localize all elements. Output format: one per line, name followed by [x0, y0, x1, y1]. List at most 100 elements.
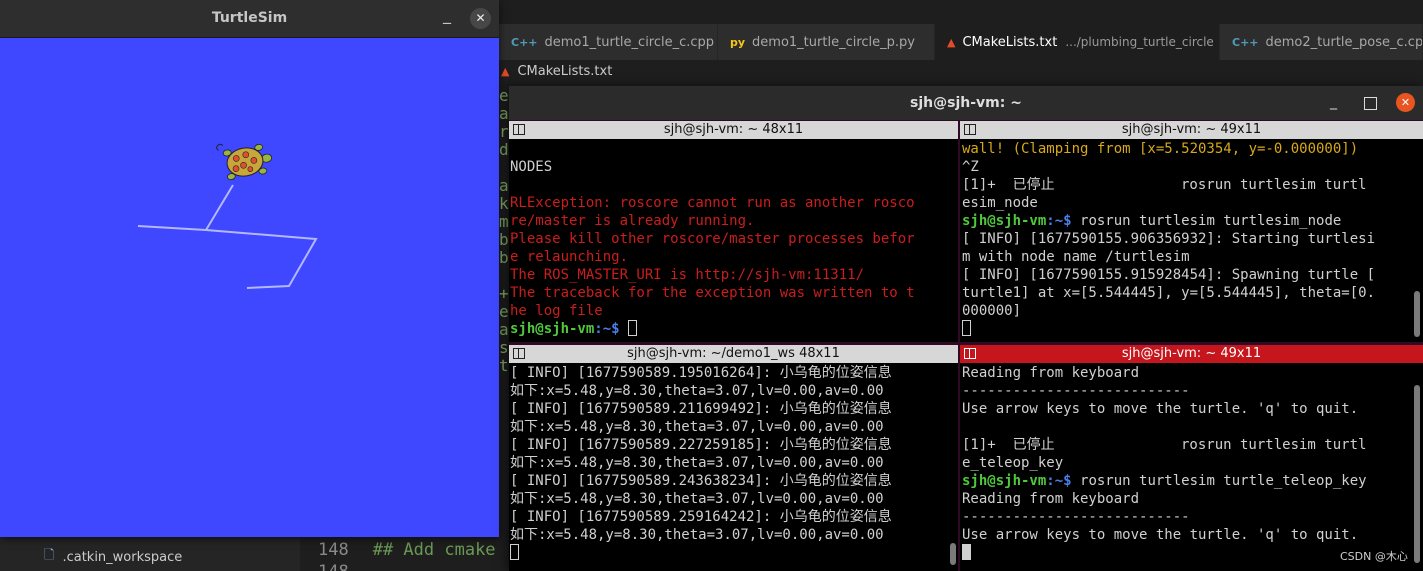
prompt-line: sjh@sjh-vm:~$ rosrun turtlesim turtlesim… — [962, 212, 1375, 230]
scrollbar[interactable] — [950, 543, 956, 565]
grid-icon[interactable] — [964, 124, 976, 135]
terminal-line: 如下:x=5.48,y=8.30,theta=3.07,lv=0.00,av=0… — [510, 419, 884, 435]
terminal-line: NODES — [510, 159, 553, 175]
tab-cmakelists[interactable]: ▲ CMakeLists.txt .../plumbing_turtle_cir… — [935, 24, 1220, 60]
terminal-line: esim_node — [962, 195, 1038, 211]
minimize-button[interactable]: _ — [437, 7, 457, 28]
tab-demo1-turtle-circle-py[interactable]: py demo1_turtle_circle_p.py — [718, 24, 935, 60]
terminal-line: --------------------------- — [962, 509, 1190, 525]
gutter-char: t — [499, 356, 509, 375]
gutter-char: b — [499, 248, 509, 267]
explorer-item-catkin-workspace[interactable]: 🗋 .catkin_workspace — [44, 546, 182, 568]
code-comment: ## Add cmake — [372, 540, 496, 560]
terminal-cursor — [962, 544, 971, 560]
terminal-line: 如下:x=5.48,y=8.30,theta=3.07,lv=0.00,av=0… — [510, 455, 884, 471]
cursor-line — [962, 544, 1367, 562]
window-title: sjh@sjh-vm: ~ — [910, 95, 1022, 111]
terminal-line: --------------------------- — [962, 383, 1190, 399]
prompt-line: sjh@sjh-vm:~$ rosrun turtlesim turtle_te… — [962, 472, 1367, 490]
gutter-char: d — [499, 140, 509, 159]
terminal-line: [ INFO] [1677590589.227259185]: 小乌龟的位姿信息 — [510, 437, 892, 453]
tab-label: demo2_turtle_pose_c.cpp — [1265, 34, 1423, 50]
gutter-char: e — [499, 302, 509, 321]
breadcrumb-file: CMakeLists.txt — [517, 63, 613, 79]
scrollbar[interactable] — [1414, 385, 1420, 563]
terminal-line: [ INFO] [1677590589.259164242]: 小乌龟的位姿信息 — [510, 509, 892, 525]
terminal-line: [1]+ 已停止 rosrun turtlesim turtl — [962, 177, 1367, 193]
pane-title: sjh@sjh-vm: ~ 49x11 — [1121, 122, 1262, 137]
terminal-line: 如下:x=5.48,y=8.30,theta=3.07,lv=0.00,av=0… — [510, 527, 884, 543]
prompt-user: sjh@sjh-vm — [962, 473, 1047, 489]
grid-icon[interactable] — [513, 348, 525, 359]
terminal-line: 如下:x=5.48,y=8.30,theta=3.07,lv=0.00,av=0… — [510, 491, 884, 507]
terminal-cursor — [510, 544, 519, 560]
terminal-line: Reading from keyboard — [962, 365, 1140, 381]
scrollbar[interactable] — [1414, 291, 1420, 337]
tab-label: CMakeLists.txt — [962, 34, 1058, 50]
terminal-line: [ INFO] [1677590155.906356932]: Starting… — [962, 231, 1376, 247]
terminal-pane-bottom-right[interactable]: Reading from keyboard -------------------… — [960, 363, 1423, 571]
terminal-pane-bottom-left[interactable]: [ INFO] [1677590589.195016264]: 小乌龟的位姿信息… — [509, 363, 958, 571]
tab-demo1-turtle-circle-cpp[interactable]: C++ demo1_turtle_circle_c.cpp — [499, 24, 718, 60]
prompt-path: :~$ — [1046, 213, 1081, 229]
grid-icon[interactable] — [513, 124, 525, 135]
terminal-line: wall! (Clamping from [x=5.520354, y=-0.0… — [962, 141, 1359, 157]
line-number: 148 — [318, 562, 349, 571]
prompt-user: sjh@sjh-vm — [962, 213, 1047, 229]
close-button[interactable]: ✕ — [1396, 93, 1415, 112]
gutter-char: e — [499, 86, 509, 105]
terminal-line: The traceback for the exception was writ… — [510, 285, 915, 301]
prompt-user: sjh@sjh-vm — [510, 321, 595, 337]
prompt-path: :~$ — [594, 321, 629, 337]
pane-title: sjh@sjh-vm: ~ 49x11 — [1121, 346, 1262, 361]
terminal-line: 如下:x=5.48,y=8.30,theta=3.07,lv=0.00,av=0… — [510, 383, 884, 399]
gutter-char: m — [499, 212, 509, 231]
terminal-output: Reading from keyboard -------------------… — [962, 364, 1367, 562]
pane-titlebar[interactable]: sjh@sjh-vm: ~ 48x11 — [509, 121, 958, 139]
gutter-char: a — [499, 104, 509, 123]
terminal-line: [ INFO] [1677590155.915928454]: Spawning… — [962, 267, 1376, 283]
prompt-line: sjh@sjh-vm:~$ — [510, 320, 915, 338]
terminal-line: e relaunching. — [510, 249, 629, 265]
minimize-button[interactable]: _ — [1330, 94, 1337, 110]
terminal-line: turtle1] at x=[5.544445], y=[5.544445], … — [962, 285, 1376, 301]
pane-titlebar[interactable]: sjh@sjh-vm: ~ 49x11 — [960, 121, 1423, 139]
terminal-line: Use arrow keys to move the turtle. 'q' t… — [962, 401, 1359, 417]
gutter-char: b — [499, 230, 509, 249]
close-button[interactable]: ✕ — [470, 8, 491, 29]
gutter-char: s — [499, 338, 509, 357]
terminal-pane-top-left[interactable]: NODES RLException: roscore cannot run as … — [509, 139, 958, 342]
editor-line-partial: 148 — [318, 562, 349, 571]
pane-titlebar-active[interactable]: sjh@sjh-vm: ~ 49x11 — [960, 345, 1423, 363]
terminal-output: wall! (Clamping from [x=5.520354, y=-0.0… — [962, 140, 1375, 338]
prompt-command: rosrun turtlesim turtlesim_node — [1080, 213, 1342, 229]
tab-label: demo1_turtle_circle_c.cpp — [544, 34, 715, 50]
pane-titlebar[interactable]: sjh@sjh-vm: ~/demo1_ws 48x11 — [509, 345, 958, 363]
tab-label: demo1_turtle_circle_p.py — [752, 34, 915, 50]
cmake-file-icon: ▲ — [947, 35, 956, 49]
terminal-cursor — [962, 320, 971, 336]
maximize-button[interactable] — [1364, 97, 1377, 110]
python-file-icon: py — [730, 35, 746, 49]
terminal-line: The ROS_MASTER_URI is http://sjh-vm:1131… — [510, 267, 865, 283]
cpp-file-icon: C++ — [511, 35, 538, 49]
turtlesim-canvas — [0, 38, 499, 537]
breadcrumb[interactable]: ▲ CMakeLists.txt — [499, 60, 1423, 82]
file-icon: 🗋 — [44, 548, 55, 563]
terminal-line: re/master is already running. — [510, 213, 755, 229]
window-title: TurtleSim — [211, 10, 288, 26]
terminal-line: [1]+ 已停止 rosrun turtlesim turtl — [962, 437, 1367, 453]
terminal-line: Reading from keyboard — [962, 491, 1140, 507]
terminal-line: [ INFO] [1677590589.195016264]: 小乌龟的位姿信息 — [510, 365, 892, 381]
watermark: CSDN @木心 — [1340, 550, 1408, 563]
terminal-line: Use arrow keys to move the turtle. 'q' t… — [962, 527, 1359, 543]
grid-icon[interactable] — [964, 348, 976, 359]
terminal-pane-top-right[interactable]: wall! (Clamping from [x=5.520354, y=-0.0… — [960, 139, 1423, 342]
tab-demo2-turtle-pose-cpp[interactable]: C++ demo2_turtle_pose_c.cpp — [1220, 24, 1423, 60]
line-number: 148 — [318, 540, 349, 560]
terminal-line: m with node name /turtlesim — [962, 249, 1190, 265]
tab-path: .../plumbing_turtle_circle — [1065, 35, 1214, 49]
editor-line[interactable]: 148 ## Add cmake — [318, 540, 496, 560]
editor-tab-bar: C++ demo1_turtle_circle_c.cpp py demo1_t… — [499, 24, 1423, 60]
